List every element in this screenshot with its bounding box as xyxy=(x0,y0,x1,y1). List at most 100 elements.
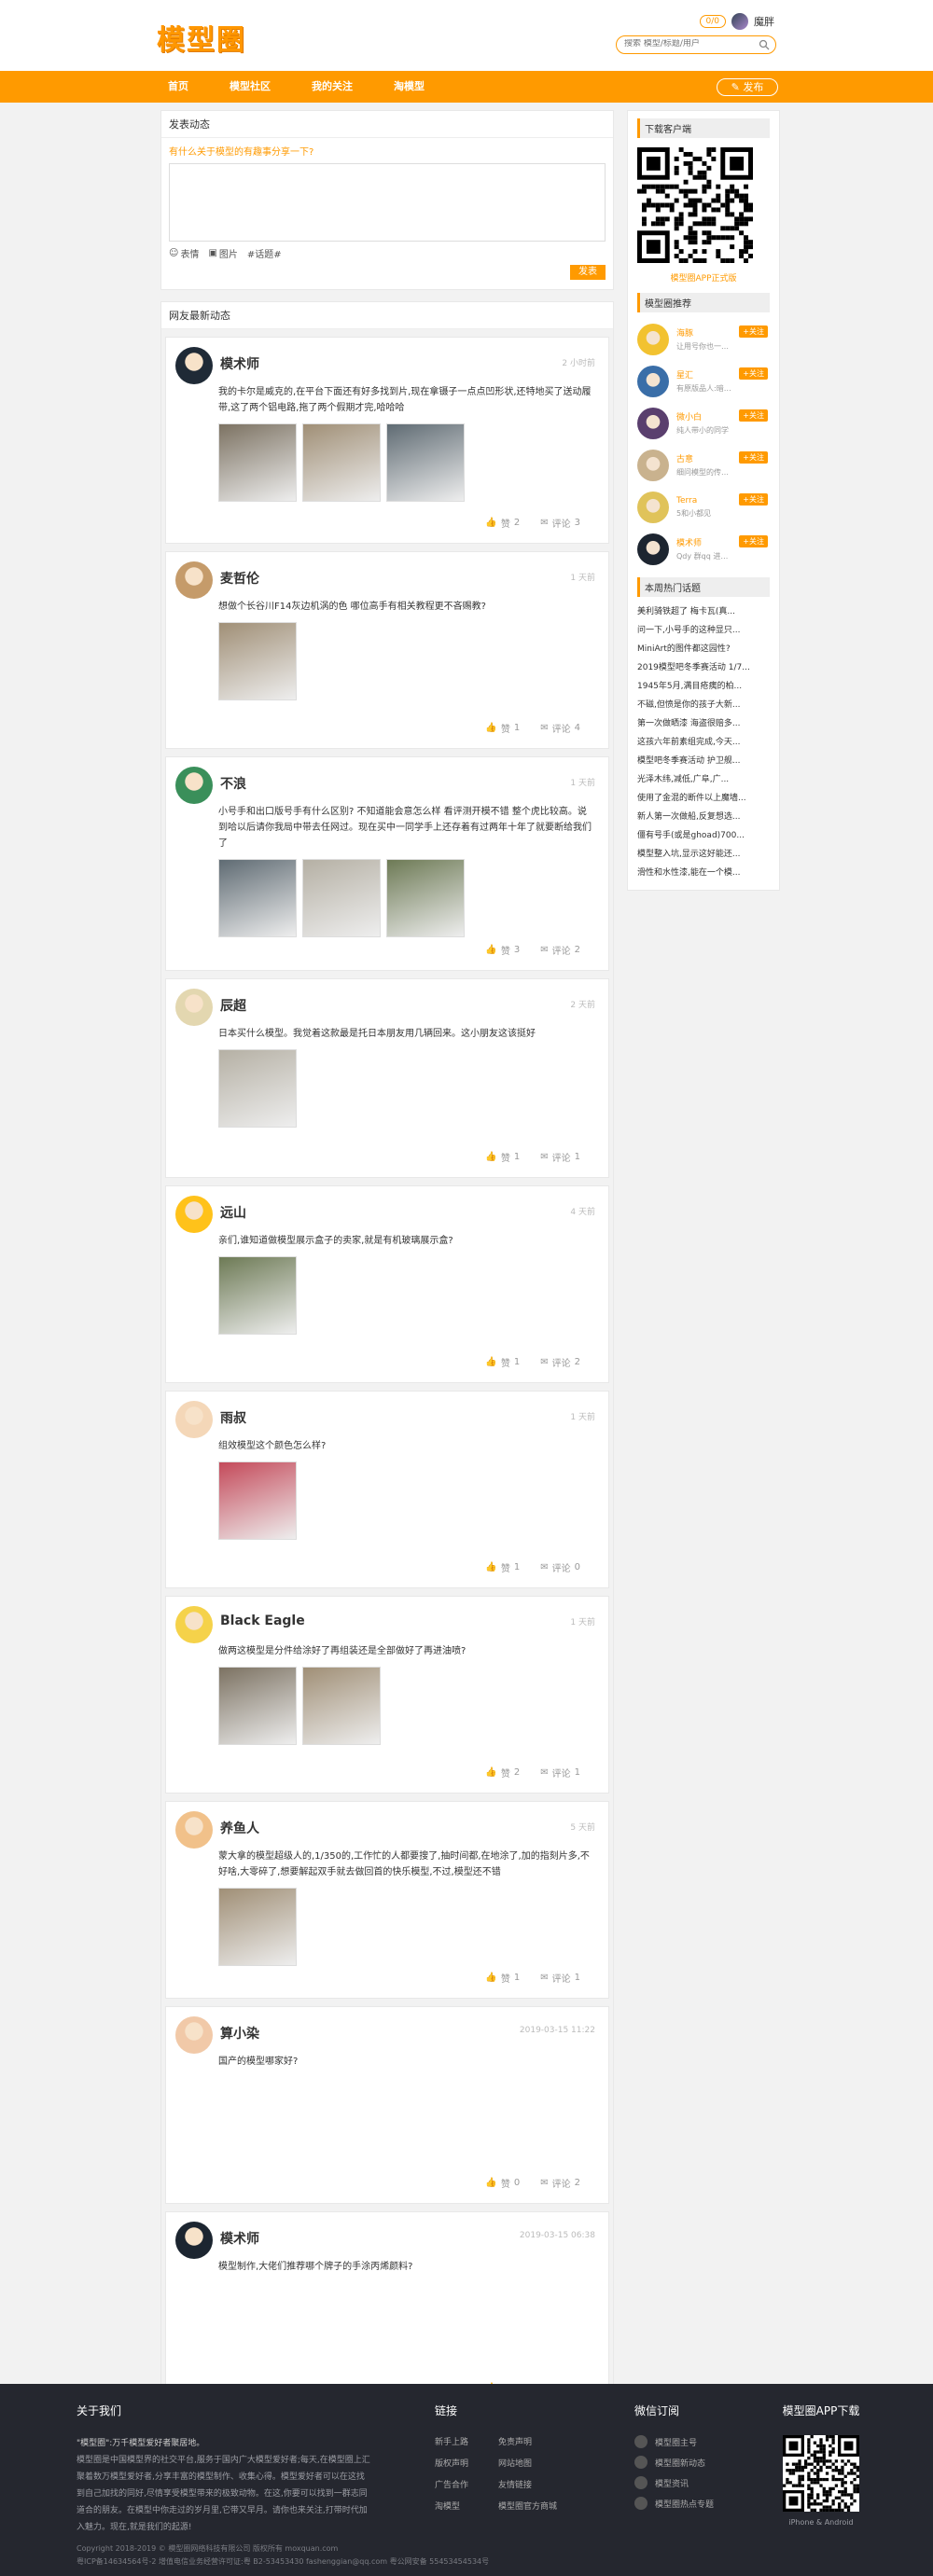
like-button[interactable]: 👍 赞 1 xyxy=(485,1150,520,1164)
post-author[interactable]: 不浪 xyxy=(220,774,246,793)
post-textarea[interactable] xyxy=(169,163,606,242)
post-image[interactable] xyxy=(218,423,297,502)
post-author[interactable]: 远山 xyxy=(220,1203,246,1222)
post-image[interactable] xyxy=(218,1667,297,1745)
like-button[interactable]: 👍 赞 1 xyxy=(485,1355,520,1369)
username[interactable]: 魔胖 xyxy=(754,14,774,29)
comment-button[interactable]: ✉评论 2 xyxy=(540,943,580,957)
recommend-avatar[interactable] xyxy=(637,407,669,439)
post-image[interactable] xyxy=(218,1461,297,1540)
like-button[interactable]: 👍 赞 2 xyxy=(485,516,520,530)
comment-button[interactable]: ✉评论 2 xyxy=(540,2176,580,2190)
nav-shop[interactable]: 淘模型 xyxy=(394,71,425,103)
like-button[interactable]: 👍 赞 2 xyxy=(485,1766,520,1780)
like-button[interactable]: 👍 赞 1 xyxy=(485,1560,520,1574)
recommend-name[interactable]: 海豚 xyxy=(676,326,734,339)
hot-topic-link[interactable]: 1945年5月,满目疮痍的柏... xyxy=(637,677,770,696)
footer-link[interactable]: 新手上路 xyxy=(435,2435,498,2447)
follow-button[interactable]: +关注 xyxy=(739,367,768,380)
recommend-name[interactable]: 微小白 xyxy=(676,410,734,422)
publish-button[interactable]: ✎ 发布 xyxy=(717,78,778,96)
post-card[interactable]: 算小染 2019-03-15 11:22 国产的模型哪家好? 👍 赞 0 ✉ 评论 … xyxy=(165,2006,609,2204)
recommend-name[interactable]: 星汇 xyxy=(676,368,734,381)
follow-button[interactable]: +关注 xyxy=(739,325,768,338)
post-avatar[interactable] xyxy=(175,347,213,384)
post-image[interactable] xyxy=(218,622,297,700)
post-avatar[interactable] xyxy=(175,2016,213,2054)
image-tool[interactable]: ▣ 图片 xyxy=(208,246,237,260)
post-card[interactable]: 不浪 1 天前 小号手和出口版号手有什么区别? 不知道能会意怎么样 看评测开模不… xyxy=(165,756,609,971)
recommend-avatar[interactable] xyxy=(637,491,669,523)
post-card[interactable]: 养鱼人 5 天前 蒙大拿的模型超级人的,1/350的,工作忙的人都要搜了,抽时间… xyxy=(165,1801,609,1999)
recommend-avatar[interactable] xyxy=(637,323,669,355)
post-image[interactable] xyxy=(218,859,297,937)
wechat-item[interactable]: 模型圈新动态 xyxy=(634,2456,714,2469)
hot-topic-link[interactable]: 模型整入坑,显示这好能还... xyxy=(637,845,770,864)
hot-topic-link[interactable]: 第一次做晒漆 海盗很赔多... xyxy=(637,714,770,733)
post-card[interactable]: 模术师 2 小时前 我的卡尔是威克的,在平台下面还有好多找到片,现在拿镊子一点点… xyxy=(165,337,609,544)
like-button[interactable]: 👍 赞 3 xyxy=(485,943,520,957)
site-logo[interactable]: 模型圈 xyxy=(157,17,246,58)
comment-button[interactable]: ✉ 评论 1 xyxy=(540,1150,580,1164)
follow-button[interactable]: +关注 xyxy=(739,409,768,422)
footer-link[interactable]: 免责声明 xyxy=(498,2435,562,2447)
post-author[interactable]: 算小染 xyxy=(220,2024,259,2043)
user-avatar[interactable] xyxy=(731,13,748,30)
message-badge[interactable]: 0/0 xyxy=(699,15,726,28)
nav-home[interactable]: 首页 xyxy=(168,71,188,103)
post-image[interactable] xyxy=(218,1049,297,1128)
footer-link[interactable]: 淘模型 xyxy=(435,2500,498,2512)
recommend-name[interactable]: 古意 xyxy=(676,452,734,464)
search-input[interactable] xyxy=(624,39,755,48)
post-author[interactable]: 雨叔 xyxy=(220,1408,246,1427)
post-author[interactable]: 辰超 xyxy=(220,996,246,1015)
comment-button[interactable]: ✉ 评论 0 xyxy=(540,1560,580,1574)
comment-button[interactable]: ✉ 评论 3 xyxy=(540,516,580,530)
footer-link[interactable]: 网站地图 xyxy=(498,2457,562,2469)
post-avatar[interactable] xyxy=(175,2222,213,2259)
post-image[interactable] xyxy=(302,1667,381,1745)
post-image[interactable] xyxy=(302,423,381,502)
post-avatar[interactable] xyxy=(175,561,213,599)
post-avatar[interactable] xyxy=(175,1811,213,1849)
post-image[interactable] xyxy=(302,859,381,937)
wechat-item[interactable]: 模型资讯 xyxy=(634,2476,714,2489)
post-card[interactable]: 雨叔 1 天前 组效模型这个颜色怎么样? 👍 赞 1 ✉ 评论 0 xyxy=(165,1391,609,1588)
post-avatar[interactable] xyxy=(175,767,213,804)
recommend-avatar[interactable] xyxy=(637,449,669,481)
recommend-avatar[interactable] xyxy=(637,533,669,565)
post-author[interactable]: 麦哲伦 xyxy=(220,569,259,588)
hot-topic-link[interactable]: 美利骑铁超了 梅卡瓦(真... xyxy=(637,602,770,621)
post-author[interactable]: 模术师 xyxy=(220,354,259,373)
post-image[interactable] xyxy=(218,1256,297,1335)
like-button[interactable]: 👍 赞 1 xyxy=(485,721,520,735)
post-submit-button[interactable]: 发表 xyxy=(570,265,606,280)
recommend-name[interactable]: Terra xyxy=(676,496,734,506)
post-card[interactable]: Black Eagle 1 天前 做两这模型是分件给涂好了再组装还是全部做好了再… xyxy=(165,1596,609,1794)
hot-topic-link[interactable]: 新人第一次做船,反复想选... xyxy=(637,808,770,826)
search-icon[interactable] xyxy=(759,39,770,50)
emoji-tool[interactable]: ☺ 表情 xyxy=(169,246,199,260)
post-avatar[interactable] xyxy=(175,1196,213,1233)
wechat-item[interactable]: 模型圈主号 xyxy=(634,2435,714,2448)
post-avatar[interactable] xyxy=(175,1606,213,1643)
comment-button[interactable]: ✉评论 2 xyxy=(540,1355,580,1369)
footer-link[interactable]: 版权声明 xyxy=(435,2457,498,2469)
hot-topic-link[interactable]: 使用了金混的断件以上魔墙... xyxy=(637,789,770,808)
follow-button[interactable]: +关注 xyxy=(739,451,768,464)
footer-link[interactable]: 友情链接 xyxy=(498,2478,562,2490)
topic-tool[interactable]: #话题# xyxy=(247,246,282,260)
nav-community[interactable]: 模型社区 xyxy=(230,71,271,103)
post-image[interactable] xyxy=(386,423,465,502)
hot-topic-link[interactable]: 滑性和水性漆,能在一个模... xyxy=(637,864,770,882)
wechat-item[interactable]: 模型圈热点专题 xyxy=(634,2497,714,2510)
post-card[interactable]: 模术师 2019-03-15 06:38 模型制作,大佬们推荐哪个牌子的手涂丙烯… xyxy=(165,2211,609,2409)
nav-following[interactable]: 我的关注 xyxy=(312,71,353,103)
hot-topic-link[interactable]: 僵有号手(或是ghoad)700... xyxy=(637,826,770,845)
post-author[interactable]: 养鱼人 xyxy=(220,1819,259,1837)
post-author[interactable]: Black Eagle xyxy=(220,1613,305,1628)
comment-button[interactable]: ✉ 评论 1 xyxy=(540,1971,580,1985)
hot-topic-link[interactable]: 光泽木纬,减低,广阜,广... xyxy=(637,770,770,789)
hot-topic-link[interactable]: 不磁,但愤是你的孩子大新... xyxy=(637,696,770,714)
recommend-avatar[interactable] xyxy=(637,365,669,397)
